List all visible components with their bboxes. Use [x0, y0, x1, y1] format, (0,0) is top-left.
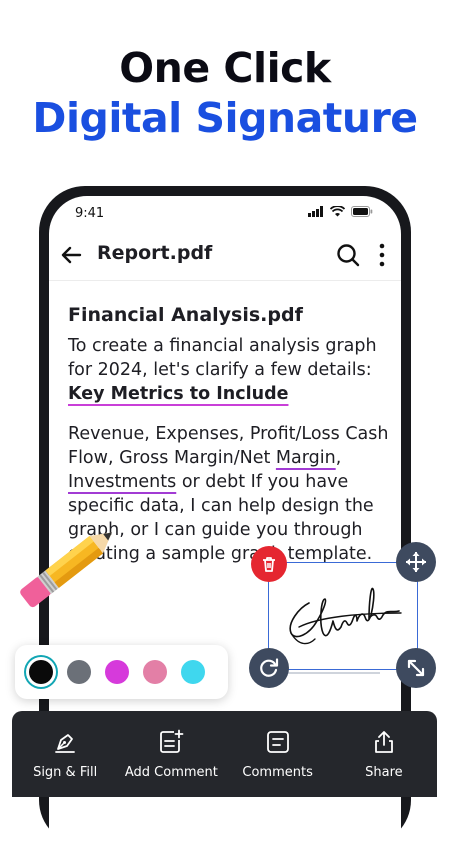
add-comment-label: Add Comment: [124, 764, 218, 780]
signal-icon: [308, 206, 323, 217]
paragraph-2-text-b: ,: [335, 448, 342, 468]
sign-fill-button[interactable]: Sign & Fill: [15, 729, 115, 780]
pencil-icon: [20, 532, 113, 608]
signature-box[interactable]: [268, 562, 418, 670]
pen-nib-icon: [55, 733, 76, 753]
headline-line-2: Digital Signature: [32, 94, 418, 142]
signature-drawing: [289, 587, 402, 645]
paragraph-1: To create a financial analysis graph for…: [68, 334, 393, 406]
underlined-margin[interactable]: Margin: [276, 448, 336, 468]
add-comment-icon: [160, 729, 184, 753]
color-swatch-pink[interactable]: [143, 660, 167, 684]
rotate-icon: [260, 658, 279, 677]
wifi-icon: [330, 206, 345, 217]
paragraph-1-text: To create a financial analysis graph for…: [68, 336, 377, 380]
color-swatch-black[interactable]: [29, 660, 53, 684]
signature-baseline: [288, 672, 380, 674]
share-button[interactable]: Share: [334, 729, 434, 780]
move-handle[interactable]: [396, 542, 436, 582]
comments-button[interactable]: Comments: [228, 729, 328, 780]
underlined-investments[interactable]: Investments: [68, 472, 176, 492]
resize-handle[interactable]: [396, 648, 436, 688]
color-swatch-gray[interactable]: [67, 660, 91, 684]
back-arrow-icon[interactable]: [59, 242, 85, 268]
color-swatch-magenta[interactable]: [105, 660, 129, 684]
document-title: Report.pdf: [97, 242, 213, 264]
bottom-toolbar: Sign & Fill Add Comment Comments Share: [12, 711, 437, 797]
search-icon[interactable]: [335, 242, 361, 268]
move-arrows-icon: [406, 552, 426, 572]
sign-fill-label: Sign & Fill: [33, 764, 98, 780]
share-icon: [374, 730, 393, 753]
resize-diagonal-icon: [407, 659, 425, 677]
more-options-icon[interactable]: [375, 242, 389, 268]
document-heading: Financial Analysis.pdf: [68, 304, 303, 326]
status-bar: 9:41: [49, 204, 401, 224]
add-comment-button[interactable]: Add Comment: [121, 729, 221, 780]
comments-label: Comments: [242, 764, 313, 780]
color-palette: [15, 645, 228, 699]
delete-signature-button[interactable]: [251, 546, 287, 582]
comments-icon: [266, 730, 289, 753]
share-label: Share: [365, 764, 403, 780]
status-time: 9:41: [75, 206, 105, 221]
headline-line-1: One Click: [119, 44, 331, 92]
highlighted-key-metrics[interactable]: Key Metrics to Include: [68, 384, 288, 404]
color-swatch-cyan[interactable]: [181, 660, 205, 684]
rotate-handle[interactable]: [249, 648, 289, 688]
app-bar: Report.pdf: [49, 230, 401, 281]
trash-icon: [263, 557, 275, 572]
battery-icon: [351, 206, 373, 217]
